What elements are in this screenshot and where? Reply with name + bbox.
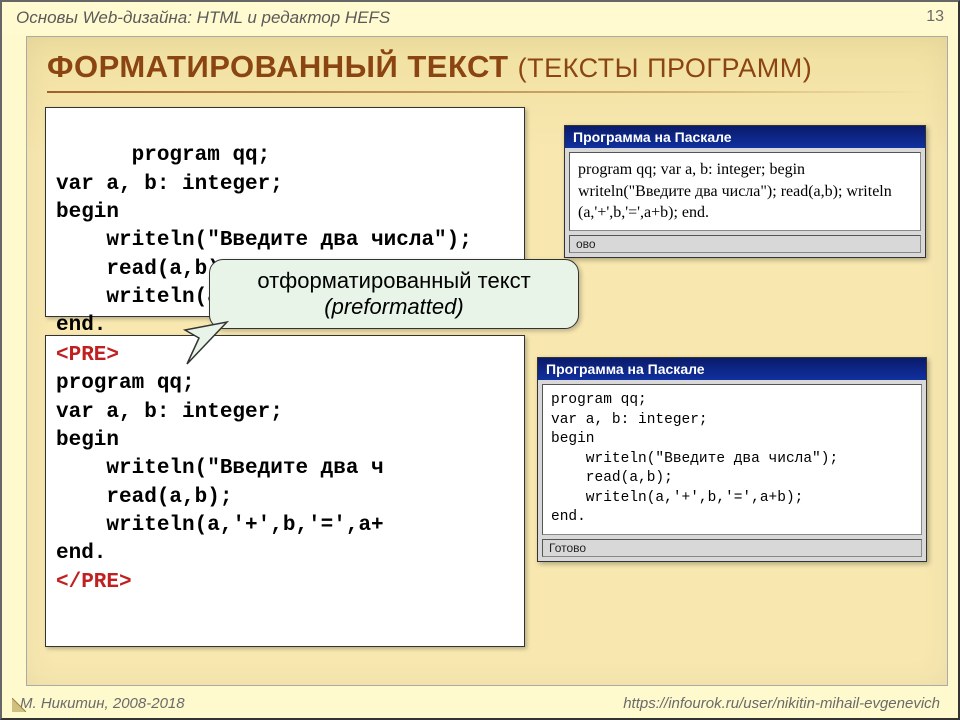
window-body: program qq; var a, b: integer; begin wri… [542,384,922,535]
title-main: ФОРМАТИРОВАННЫЙ ТЕКСТ [47,49,509,84]
divider [47,91,927,93]
window-titlebar: Программа на Паскале [538,358,926,380]
source-url: https://infourok.ru/user/nikitin-mihail-… [623,695,940,712]
pre-open-tag: <PRE> [56,344,119,367]
callout-line1: отформатированный текст [230,268,558,294]
author: М. Никитин, 2008-2018 [20,695,185,712]
callout-tail-icon [179,320,239,380]
page-number: 13 [926,8,944,28]
window-status: ово [569,235,921,253]
callout-line2: (preformatted) [230,294,558,320]
slide-title: ФОРМАТИРОВАННЫЙ ТЕКСТ (ТЕКСТЫ ПРОГРАММ) [27,37,947,89]
code-pre-text: program qq; var a, b: integer; begin wri… [56,372,384,565]
slide: Основы Web-дизайна: HTML и редактор HEFS… [0,0,960,720]
corner-fold-icon [12,698,26,712]
content-area: ФОРМАТИРОВАННЫЙ ТЕКСТ (ТЕКСТЫ ПРОГРАММ) … [26,36,948,686]
title-sub: (ТЕКСТЫ ПРОГРАММ) [518,53,813,83]
window-titlebar: Программа на Паскале [565,126,925,148]
browser-window-plain: Программа на Паскале program qq; var a, … [564,125,926,258]
pre-close-tag: </PRE> [56,571,132,594]
footer: М. Никитин, 2008-2018 https://infourok.r… [2,688,958,718]
subject: Основы Web-дизайна: HTML и редактор HEFS [16,8,390,28]
code-box-pre: <PRE> program qq; var a, b: integer; beg… [45,335,525,647]
browser-window-pre: Программа на Паскале program qq; var a, … [537,357,927,562]
topbar: Основы Web-дизайна: HTML и редактор HEFS… [2,2,958,34]
callout-bubble: отформатированный текст (preformatted) [209,259,579,329]
window-status: Готово [542,539,922,557]
window-body: program qq; var a, b: integer; begin wri… [569,152,921,231]
